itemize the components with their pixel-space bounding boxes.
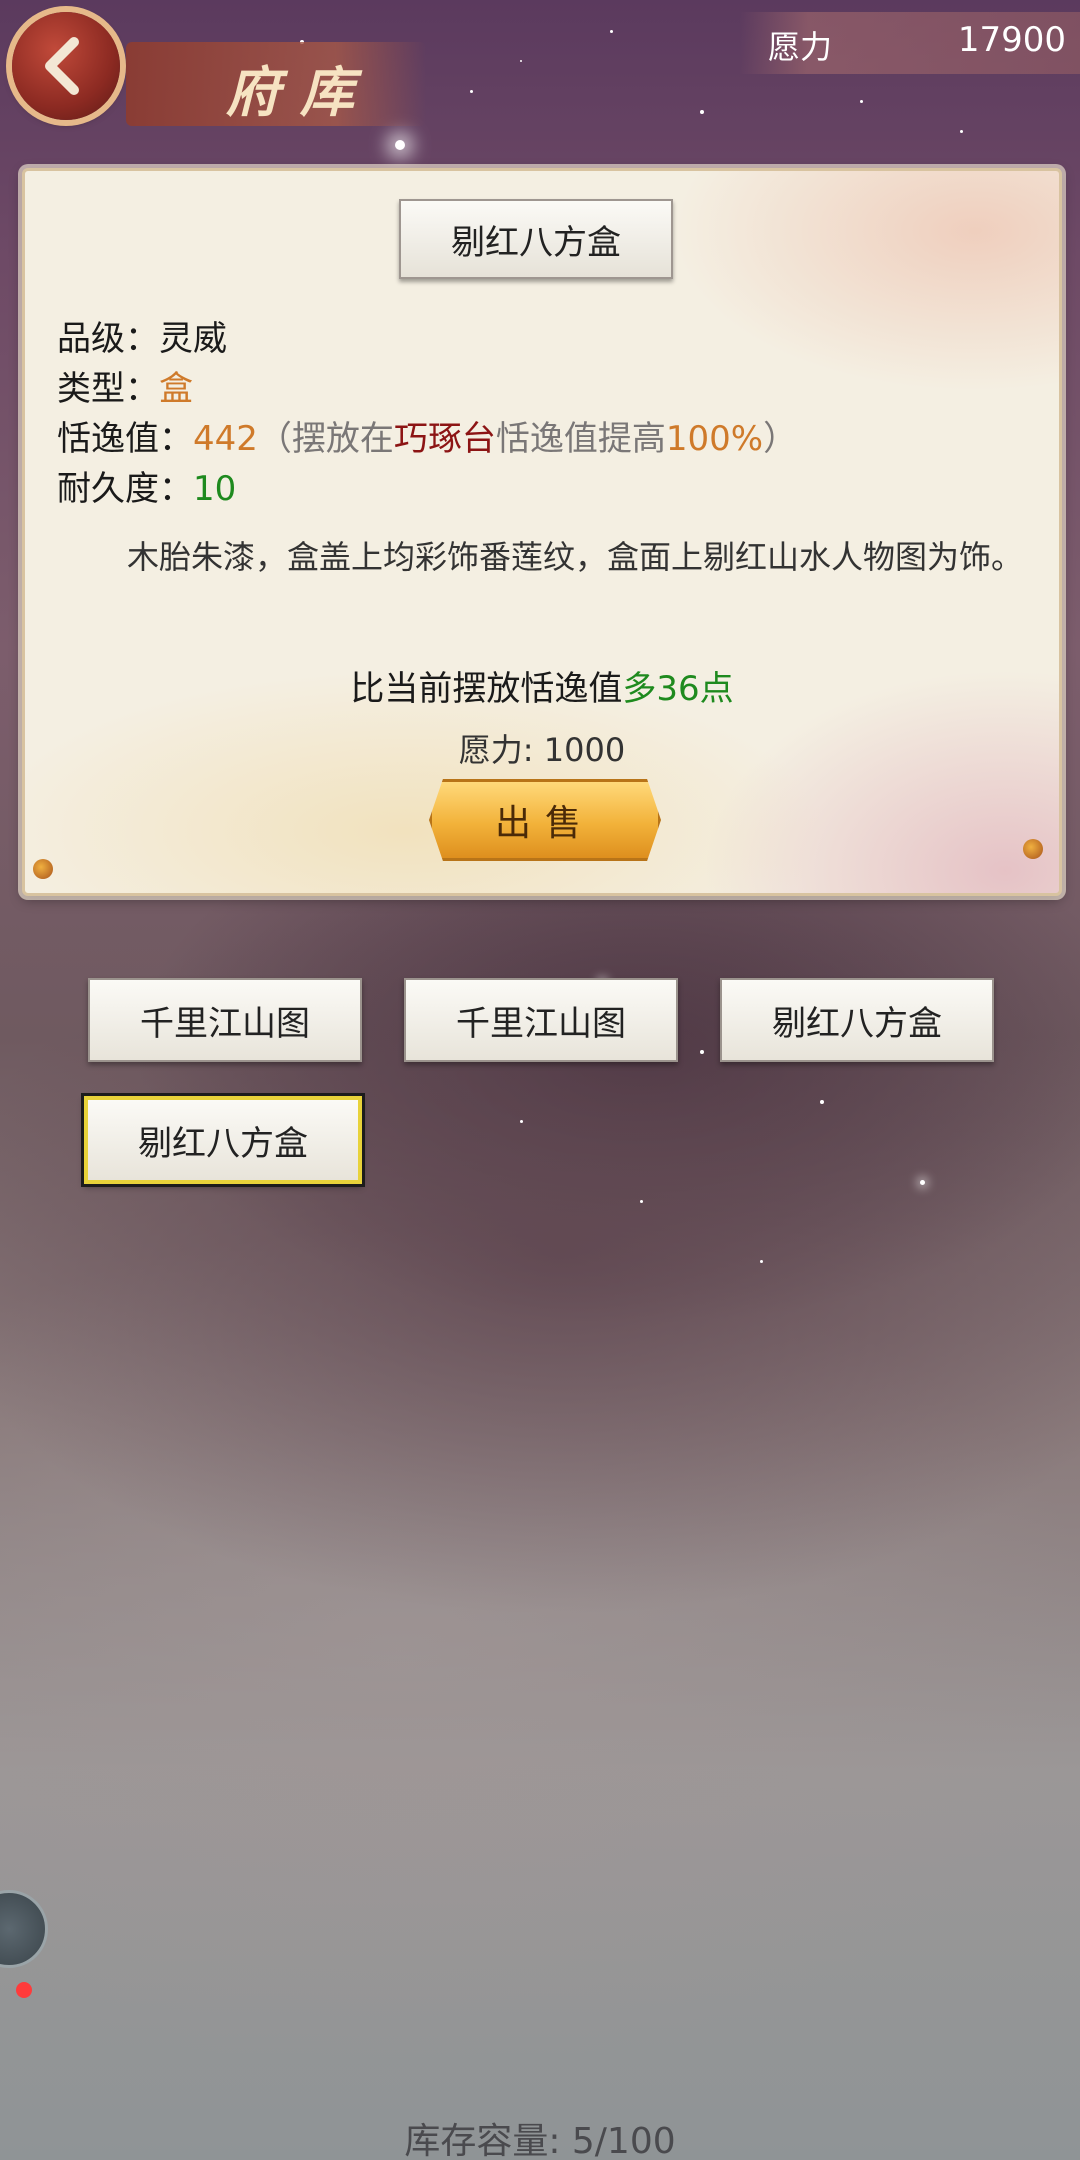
resource-value: 17900	[957, 20, 1066, 60]
back-button[interactable]	[12, 12, 120, 120]
sell-price: 愿力: 1000	[458, 731, 626, 769]
bonus-mid: 恬逸值提高	[495, 419, 666, 459]
chevron-left-icon	[45, 37, 79, 95]
bonus-place: 巧琢台	[393, 419, 496, 459]
top-bar: 府库 愿力 17900	[0, 0, 1080, 140]
compare-value: 多36点	[622, 669, 734, 709]
durability-label: 耐久度：	[57, 469, 193, 509]
inventory-capacity: 库存容量: 5/100	[404, 2121, 676, 2160]
game-screen: 府库 愿力 17900 剔红八方盒 品级：灵威 类型：盒 恬逸值：442（摆放在…	[0, 0, 1080, 2160]
inventory-item-selected[interactable]: 剔红八方盒	[84, 1096, 362, 1184]
bonus-suffix: ）	[763, 419, 798, 459]
sell-button[interactable]: 出售	[429, 779, 661, 861]
type-label: 类型：	[57, 369, 159, 409]
bonus-percent: 100%	[665, 419, 764, 459]
corner-ornament	[1023, 839, 1043, 859]
grade-row: 品级：灵威	[57, 311, 227, 360]
resource-label: 愿力	[768, 28, 833, 66]
inventory-item[interactable]: 千里江山图	[404, 978, 678, 1062]
leisure-value: 442	[193, 419, 258, 459]
floating-assistant-button[interactable]	[0, 1890, 48, 1968]
leisure-label: 恬逸值：	[57, 419, 193, 459]
durability-value: 10	[193, 469, 237, 509]
page-title: 府库	[226, 60, 374, 124]
grade-label: 品级：	[57, 319, 159, 359]
item-description: 木胎朱漆，盒盖上均彩饰番莲纹，盒面上剔红山水人物图为饰。	[127, 538, 1024, 576]
bonus-prefix: （摆放在	[257, 419, 394, 459]
compare-prefix: 比当前摆放恬逸值	[350, 669, 623, 709]
inventory-item[interactable]: 千里江山图	[88, 978, 362, 1062]
item-detail-panel: 剔红八方盒 品级：灵威 类型：盒 恬逸值：442（摆放在巧琢台恬逸值提高100%…	[22, 168, 1062, 896]
type-row: 类型：盒	[57, 361, 193, 410]
durability-row: 耐久度：10	[57, 461, 236, 510]
corner-ornament	[33, 859, 53, 879]
grade-value: 灵威	[159, 319, 227, 359]
leisure-row: 恬逸值：442（摆放在巧琢台恬逸值提高100%）	[57, 411, 797, 460]
item-name-title: 剔红八方盒	[399, 199, 673, 279]
notification-dot	[16, 1982, 32, 1998]
inventory-item[interactable]: 剔红八方盒	[720, 978, 994, 1062]
type-value: 盒	[159, 369, 193, 409]
compare-text: 比当前摆放恬逸值多36点	[25, 661, 1059, 710]
